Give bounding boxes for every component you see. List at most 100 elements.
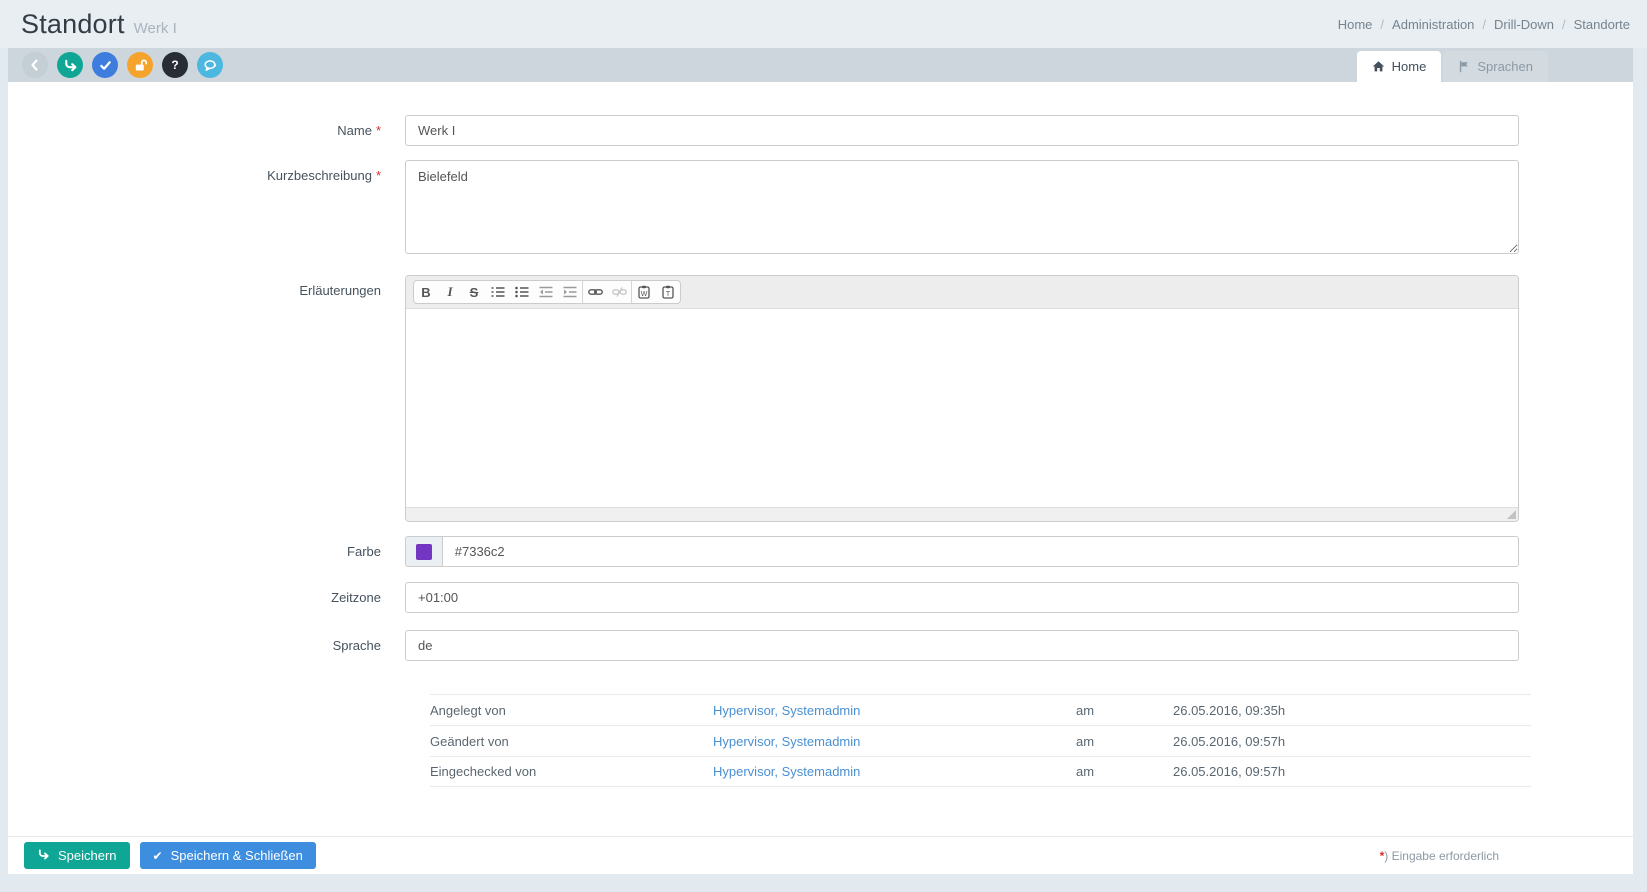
sprache-label: Sprache [332, 638, 381, 653]
back-icon [28, 58, 42, 72]
home-icon [1372, 60, 1385, 73]
page-header: Standort Werk I Home / Administration / … [0, 0, 1647, 48]
breadcrumb-drill-down[interactable]: Drill-Down [1494, 17, 1554, 32]
form-row-erlaeuterungen: Erläuterungen B I S W T [8, 275, 1633, 522]
save-arrow-icon [63, 58, 78, 73]
save-button[interactable]: Speichern [24, 842, 130, 869]
paste-text-icon: T [662, 285, 674, 299]
lock-button[interactable] [127, 52, 153, 78]
unlink-button[interactable] [607, 281, 631, 303]
help-icon: ? [171, 58, 179, 72]
unlink-icon [611, 287, 627, 297]
confirm-button[interactable] [92, 52, 118, 78]
audit-preposition: am [1076, 733, 1095, 749]
zeitzone-input[interactable] [405, 582, 1519, 613]
ordered-list-button[interactable] [486, 281, 510, 303]
breadcrumb-administration[interactable]: Administration [1392, 17, 1474, 32]
kurzbeschreibung-label: Kurzbeschreibung * [267, 168, 381, 183]
toolbar-buttons: ? [8, 48, 223, 82]
audit-preposition: am [1076, 764, 1095, 779]
table-row-angelegt: Angelegt von Hypervisor, Systemadmin am … [430, 694, 1531, 725]
audit-user-link[interactable]: Hypervisor, Systemadmin [713, 764, 1076, 779]
sprache-input[interactable] [405, 630, 1519, 661]
farbe-input[interactable] [441, 536, 1519, 567]
tab-sprachen[interactable]: Sprachen [1443, 51, 1548, 82]
name-input[interactable] [405, 115, 1519, 146]
breadcrumb-home[interactable]: Home [1338, 17, 1373, 32]
form-row-kurzbeschreibung: Kurzbeschreibung * Bielefeld [8, 160, 1633, 257]
audit-user-link[interactable]: Hypervisor, Systemadmin [713, 734, 1076, 749]
ordered-list-icon [491, 286, 505, 298]
back-button[interactable] [22, 52, 48, 78]
required-note: *) Eingabe erforderlich [1379, 848, 1499, 863]
paste-word-icon: W [638, 285, 650, 299]
audit-label: Geändert von [430, 733, 509, 749]
audit-timestamp: 26.05.2016, 09:57h [1173, 733, 1286, 749]
name-label: Name * [337, 123, 381, 138]
breadcrumb-standorte[interactable]: Standorte [1574, 17, 1630, 32]
unlock-icon [133, 58, 148, 73]
tab-home[interactable]: Home [1356, 51, 1442, 82]
form-row-sprache: Sprache [8, 630, 1633, 661]
bold-button[interactable]: B [414, 281, 438, 303]
form-row-name: Name * [8, 115, 1633, 146]
link-button[interactable] [583, 281, 607, 303]
save-button-label: Speichern [58, 848, 117, 863]
breadcrumb: Home / Administration / Drill-Down / Sta… [1338, 17, 1630, 32]
flag-icon [1458, 60, 1470, 73]
save-and-close-button[interactable]: ✔ Speichern & Schließen [139, 842, 316, 869]
table-row-geaendert: Geändert von Hypervisor, Systemadmin am … [430, 725, 1531, 756]
tab-sprachen-label: Sprachen [1477, 59, 1533, 74]
toolbar-strip: ? Home Sprachen [8, 48, 1633, 82]
strikethrough-button[interactable]: S [462, 281, 486, 303]
link-icon [587, 287, 603, 297]
italic-button[interactable]: I [438, 281, 462, 303]
form-row-farbe: Farbe [8, 536, 1633, 567]
page-subtitle: Werk I [133, 19, 177, 37]
breadcrumb-separator: / [1482, 16, 1487, 32]
audit-preposition: am [1076, 702, 1095, 718]
color-swatch-addon[interactable] [405, 536, 442, 567]
audit-user-link[interactable]: Hypervisor, Systemadmin [713, 703, 1076, 718]
paste-word-button[interactable]: W [632, 281, 656, 303]
svg-text:T: T [666, 291, 671, 298]
page-title: Standort [21, 8, 125, 39]
outdent-icon [539, 286, 553, 298]
unordered-list-button[interactable] [510, 281, 534, 303]
audit-label: Angelegt von [430, 702, 506, 718]
audit-table: Angelegt von Hypervisor, Systemadmin am … [430, 694, 1531, 787]
richtext-editor: B I S W T [405, 275, 1519, 522]
erlaeuterungen-editor-content[interactable] [406, 309, 1518, 507]
unordered-list-icon [515, 286, 529, 298]
indent-icon [563, 286, 577, 298]
audit-label: Eingechecked von [430, 764, 537, 779]
outdent-button[interactable] [534, 281, 558, 303]
kurzbeschreibung-textarea[interactable]: Bielefeld [405, 160, 1519, 254]
required-asterisk: * [375, 123, 381, 138]
breadcrumb-separator: / [1562, 16, 1566, 32]
svg-text:W: W [641, 291, 648, 298]
comments-button[interactable] [197, 52, 223, 78]
comments-icon [203, 58, 218, 73]
check-icon: ✔ [152, 848, 163, 863]
save-button-top[interactable] [57, 52, 83, 78]
erlaeuterungen-label: Erläuterungen [299, 283, 381, 298]
save-and-close-label: Speichern & Schließen [170, 848, 303, 863]
main-panel: Name* Kurzbeschreibung* Bielefeld Erläut… [8, 82, 1633, 874]
paste-text-button[interactable]: T [656, 281, 680, 303]
audit-timestamp: 26.05.2016, 09:57h [1173, 764, 1286, 779]
zeitzone-label: Zeitzone [331, 590, 381, 605]
help-button[interactable]: ? [162, 52, 188, 78]
indent-button[interactable] [558, 281, 582, 303]
tab-home-label: Home [1391, 59, 1427, 74]
farbe-label: Farbe [347, 544, 381, 559]
check-icon [99, 59, 112, 72]
resize-grip-icon[interactable] [1507, 510, 1516, 519]
table-row-eingecheckt: Eingechecked von Hypervisor, Systemadmin… [430, 756, 1531, 787]
required-asterisk: * [375, 168, 381, 183]
richtext-toolbar: B I S W T [406, 276, 1518, 309]
form-row-zeitzone: Zeitzone [8, 582, 1633, 613]
color-swatch[interactable] [415, 543, 432, 560]
editor-statusbar [406, 507, 1518, 521]
tab-bar: Home Sprachen [1356, 48, 1548, 82]
